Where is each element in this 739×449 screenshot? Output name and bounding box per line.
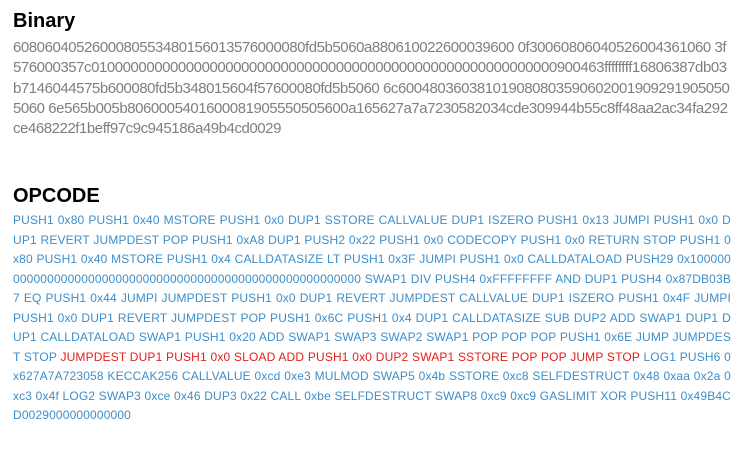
binary-hex-text: 6080604052600080553480156013576000080fd5… [13,39,730,138]
opcode-segment-normal: PUSH1 0x80 PUSH1 0x40 MSTORE PUSH1 0x0 D… [13,213,731,364]
opcode-heading: OPCODE [13,185,100,207]
binary-heading: Binary [13,10,76,32]
binary-section: Binary 608060405260008055348015601357600… [13,9,731,139]
opcode-listing: PUSH1 0x80 PUSH1 0x40 MSTORE PUSH1 0x0 D… [13,211,731,426]
opcode-section: OPCODE PUSH1 0x80 PUSH1 0x40 MSTORE PUSH… [13,184,731,426]
opcode-segment-highlighted: JUMPDEST DUP1 PUSH1 0x0 SLOAD ADD PUSH1 … [60,349,640,364]
